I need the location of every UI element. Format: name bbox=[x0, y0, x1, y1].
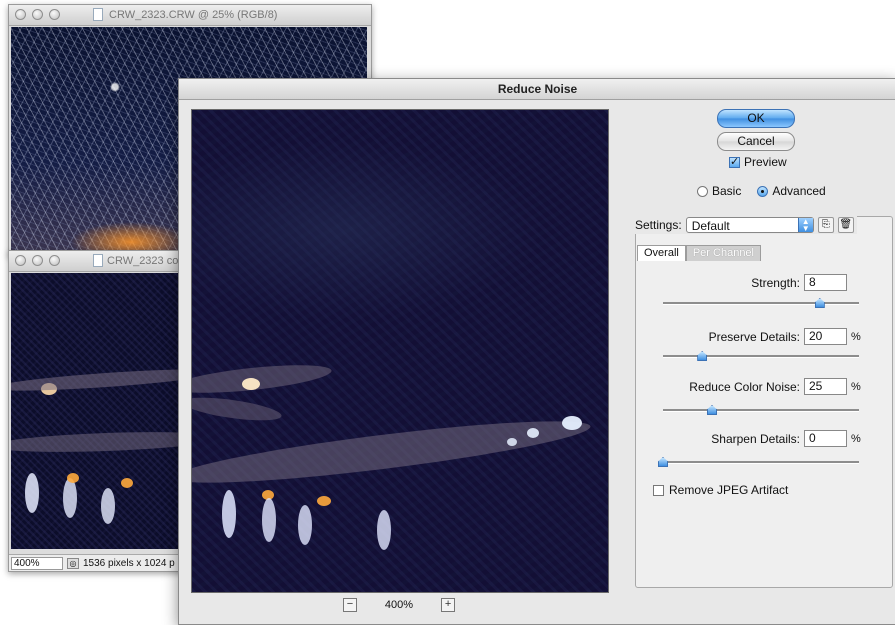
document-icon bbox=[93, 8, 103, 21]
remove-jpeg-option[interactable]: Remove JPEG Artifact bbox=[653, 483, 788, 497]
preview-canvas[interactable] bbox=[191, 109, 609, 593]
light-spot bbox=[121, 478, 133, 488]
info-icon[interactable]: ◎ bbox=[67, 557, 79, 569]
reduce-color-noise-slider[interactable] bbox=[663, 405, 859, 415]
light-spot bbox=[377, 510, 391, 550]
advanced-radio[interactable] bbox=[757, 185, 769, 197]
basic-radio[interactable] bbox=[697, 185, 708, 197]
light-spot bbox=[562, 416, 582, 430]
close-window-button[interactable] bbox=[15, 255, 26, 266]
light-spot bbox=[63, 478, 77, 518]
save-settings-icon[interactable]: ⎘ bbox=[817, 217, 834, 233]
light-spot bbox=[262, 498, 276, 542]
sharpen-details-unit: % bbox=[851, 432, 861, 445]
ok-button[interactable]: OK bbox=[717, 109, 795, 128]
mode-radio-group: Basic Advanced bbox=[697, 184, 826, 198]
sharpen-details-input[interactable]: 0 bbox=[804, 430, 847, 447]
light-spot bbox=[527, 428, 539, 438]
preview-checkbox[interactable] bbox=[729, 155, 740, 168]
advanced-label: Advanced bbox=[772, 184, 826, 198]
window-controls bbox=[15, 255, 60, 266]
remove-jpeg-checkbox[interactable] bbox=[653, 484, 664, 496]
settings-row: Settings: Default ▲ ▼ ⎘ 🗑︎ bbox=[635, 216, 857, 234]
light-trail bbox=[192, 359, 333, 399]
reduce-color-noise-input[interactable]: 25 bbox=[804, 378, 847, 395]
reduce-noise-dialog: Reduce Noise − 400% + OK Cancel Preview … bbox=[178, 78, 895, 625]
cancel-button[interactable]: Cancel bbox=[717, 132, 795, 151]
tab-overall[interactable]: Overall bbox=[637, 245, 686, 261]
basic-label: Basic bbox=[712, 184, 742, 198]
remove-jpeg-label: Remove JPEG Artifact bbox=[669, 483, 789, 497]
strength-row: Strength: 8 bbox=[751, 274, 865, 291]
controls-panel: OK Cancel Preview Basic Advanced Setting… bbox=[627, 79, 895, 624]
reduce-color-noise-unit: % bbox=[851, 380, 861, 393]
tab-per-channel[interactable]: Per Channel bbox=[685, 245, 761, 261]
zoom-out-button[interactable]: − bbox=[342, 598, 357, 612]
preview-option[interactable]: Preview bbox=[729, 155, 787, 169]
reduce-color-noise-row: Reduce Color Noise: 25 % bbox=[689, 378, 865, 395]
light-trail bbox=[192, 409, 593, 495]
light-spot bbox=[298, 505, 312, 545]
light-spot bbox=[507, 438, 517, 446]
strength-slider[interactable] bbox=[663, 298, 859, 308]
minimize-window-button[interactable] bbox=[32, 9, 43, 20]
delete-settings-icon[interactable]: 🗑︎ bbox=[837, 217, 854, 233]
zoom-window-button[interactable] bbox=[49, 9, 60, 20]
preview-label: Preview bbox=[744, 155, 787, 169]
settings-group bbox=[635, 216, 893, 588]
preserve-details-row: Preserve Details: 20 % bbox=[709, 328, 865, 345]
strength-input[interactable]: 8 bbox=[804, 274, 847, 291]
light-spot bbox=[25, 473, 39, 513]
document-icon bbox=[93, 254, 103, 267]
preserve-details-label: Preserve Details: bbox=[708, 329, 800, 344]
reduce-color-noise-label: Reduce Color Noise: bbox=[689, 379, 800, 394]
window-controls bbox=[15, 9, 60, 20]
window-title: CRW_2323 co bbox=[107, 255, 179, 267]
preserve-details-slider[interactable] bbox=[663, 351, 859, 361]
preserve-details-input[interactable]: 20 bbox=[804, 328, 847, 345]
settings-dropdown-value: Default bbox=[691, 219, 730, 233]
light-spot bbox=[317, 496, 331, 506]
dropdown-arrows-icon: ▲ ▼ bbox=[797, 218, 813, 233]
settings-label: Settings: bbox=[635, 218, 682, 232]
close-window-button[interactable] bbox=[15, 9, 26, 20]
sharpen-details-label: Sharpen Details: bbox=[711, 431, 800, 446]
sharpen-details-row: Sharpen Details: 0 % bbox=[711, 430, 865, 447]
document-window-titlebar[interactable]: CRW_2323.CRW @ 25% (RGB/8) bbox=[9, 5, 371, 26]
light-spot bbox=[242, 378, 260, 390]
zoom-in-button[interactable]: + bbox=[441, 598, 456, 612]
zoom-level-field[interactable]: 400% bbox=[11, 556, 63, 570]
light-trail bbox=[192, 393, 283, 425]
light-spot bbox=[67, 473, 79, 483]
light-spot bbox=[222, 490, 236, 538]
minimize-window-button[interactable] bbox=[32, 255, 43, 266]
light-spot bbox=[101, 488, 115, 524]
tab-bar: Overall Per Channel bbox=[637, 245, 761, 261]
strength-label: Strength: bbox=[751, 275, 800, 290]
preserve-details-unit: % bbox=[851, 330, 861, 343]
window-title: CRW_2323.CRW @ 25% (RGB/8) bbox=[109, 9, 278, 21]
preview-zoom-bar: − 400% + bbox=[191, 595, 607, 615]
settings-dropdown[interactable]: Default ▲ ▼ bbox=[685, 217, 814, 233]
document-dimensions: 1536 pixels x 1024 p bbox=[83, 557, 175, 569]
preview-zoom-level: 400% bbox=[384, 599, 414, 611]
zoom-window-button[interactable] bbox=[49, 255, 60, 266]
sharpen-details-slider[interactable] bbox=[658, 457, 859, 467]
